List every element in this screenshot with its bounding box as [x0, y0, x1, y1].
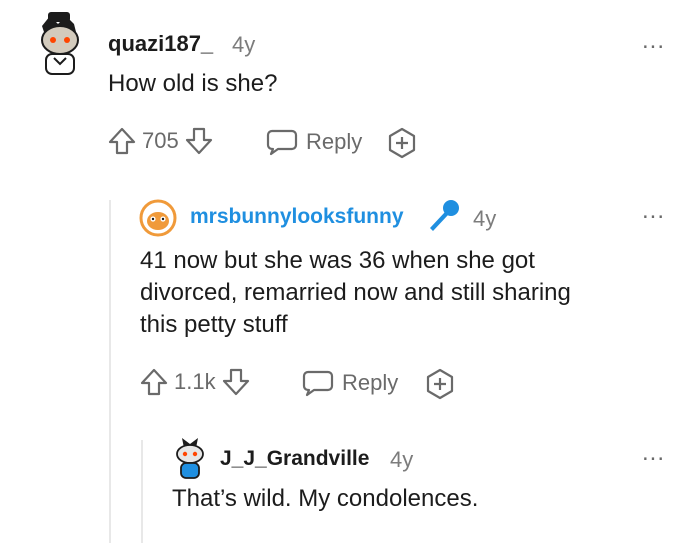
reply-button[interactable]: Reply	[266, 128, 362, 156]
more-options-button[interactable]: ...	[642, 29, 665, 53]
username[interactable]: J_J_Grandville	[220, 447, 369, 471]
more-options-button[interactable]: ...	[642, 441, 665, 465]
reply-label: Reply	[342, 370, 399, 395]
timestamp[interactable]: 4y	[473, 206, 496, 232]
microphone-icon	[430, 200, 459, 231]
comment-text-line-1: 41 now but she was 36 when she got	[140, 247, 535, 274]
avatar[interactable]	[36, 12, 84, 76]
more-options-button[interactable]: ...	[642, 199, 665, 223]
reply-button[interactable]: Reply	[302, 369, 398, 397]
downvote-icon[interactable]	[222, 367, 250, 397]
thread-line-level-3[interactable]	[141, 440, 143, 543]
username[interactable]: mrsbunnylooksfunny	[190, 205, 404, 229]
vote-bar: 705	[108, 126, 213, 156]
comment-text-line-3: this petty stuff	[140, 311, 288, 338]
upvote-icon[interactable]	[140, 367, 168, 397]
comment-text: How old is she?	[108, 70, 278, 97]
avatar[interactable]	[138, 198, 178, 238]
vote-count: 1.1k	[174, 369, 216, 394]
reply-label: Reply	[306, 129, 363, 154]
award-icon[interactable]	[386, 127, 418, 159]
avatar[interactable]	[172, 436, 208, 480]
comment-text-line-2: divorced, remarried now and still sharin…	[140, 279, 571, 306]
username[interactable]: quazi187_	[108, 31, 213, 57]
comment-text: That’s wild. My condolences.	[172, 485, 479, 512]
vote-count: 705	[142, 128, 179, 153]
downvote-icon[interactable]	[185, 126, 213, 156]
vote-bar: 1.1k	[140, 367, 250, 397]
timestamp[interactable]: 4y	[232, 32, 255, 58]
thread-line-level-2[interactable]	[109, 200, 111, 543]
upvote-icon[interactable]	[108, 126, 136, 156]
comment-icon	[302, 370, 334, 397]
timestamp[interactable]: 4y	[390, 447, 413, 473]
comment-icon	[266, 129, 298, 156]
award-icon[interactable]	[424, 368, 456, 400]
